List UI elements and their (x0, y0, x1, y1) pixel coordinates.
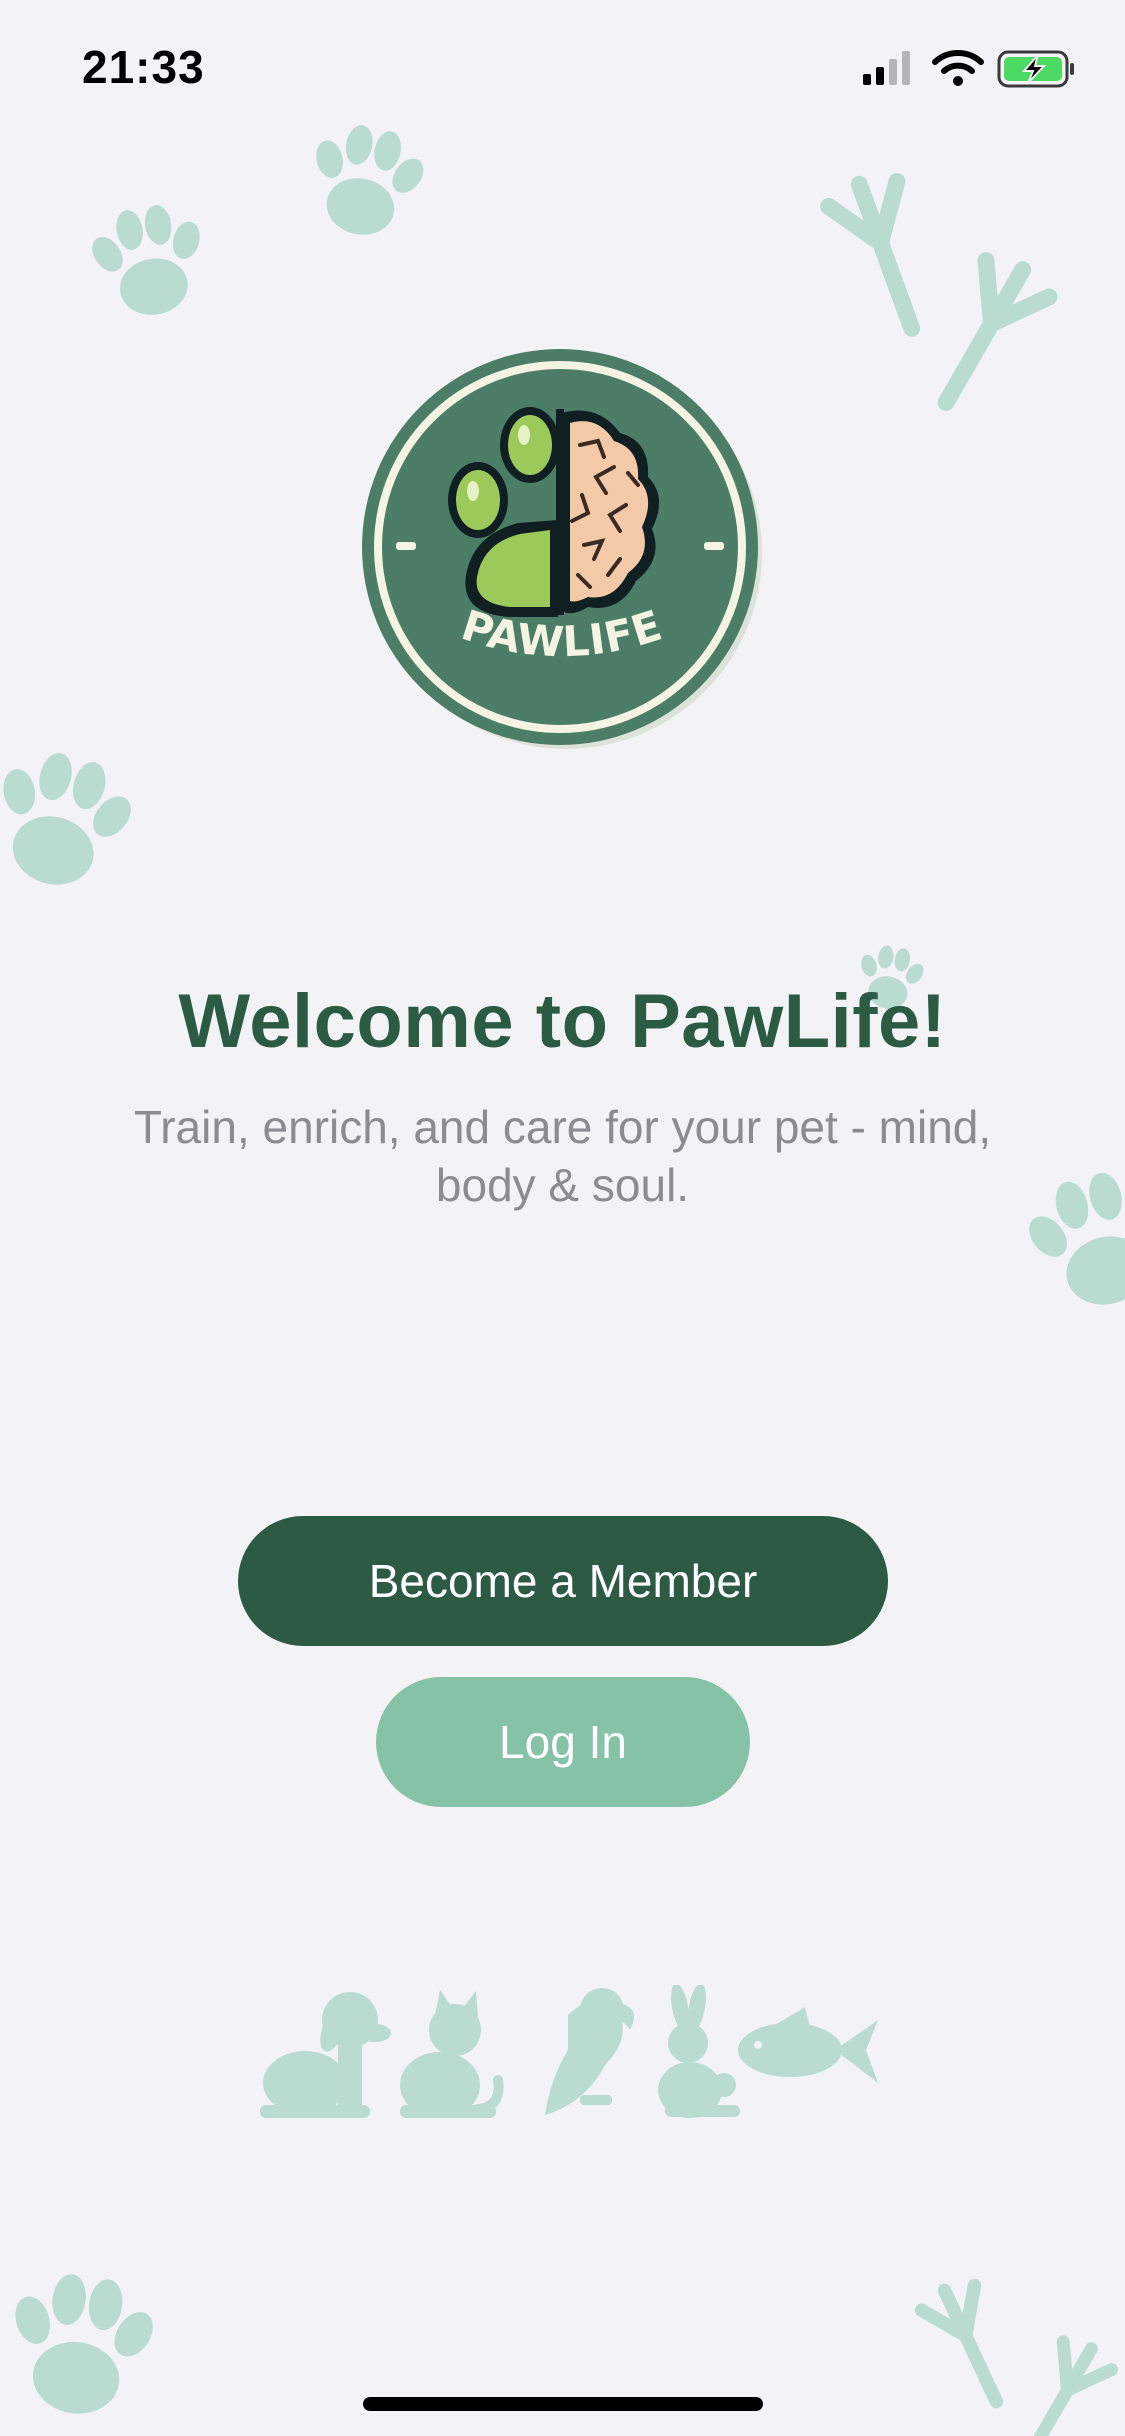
status-icons (863, 48, 1083, 88)
welcome-screen: 21:33 PAWLIFE Welcome to PawLife! Train,… (0, 0, 1125, 2436)
fish-icon (738, 2007, 878, 2083)
dog-icon (260, 1992, 391, 2118)
paw-print-icon (60, 170, 240, 360)
parrot-icon (545, 1988, 634, 2115)
app-logo: PAWLIFE (358, 345, 766, 753)
paw-print-icon (0, 2240, 185, 2436)
welcome-subtitle: Train, enrich, and care for your pet - m… (133, 1101, 992, 1211)
battery-charging-icon (997, 50, 1074, 88)
bird-track-icon (910, 240, 1060, 430)
paw-print-icon (0, 700, 150, 950)
wifi-icon (932, 50, 984, 86)
status-time: 21:33 (82, 41, 205, 93)
pet-silhouettes (250, 1983, 880, 2120)
login-button[interactable]: Log In (376, 1677, 750, 1807)
welcome-title: Welcome to PawLife! (178, 979, 947, 1064)
bird-track-icon (1000, 2320, 1125, 2436)
cat-icon (400, 1990, 504, 2118)
home-indicator (363, 2397, 763, 2411)
become-member-button[interactable]: Become a Member (238, 1516, 888, 1646)
rabbit-icon (658, 1983, 740, 2118)
status-bar: 21:33 (0, 0, 1125, 130)
signal-icon (863, 51, 910, 85)
